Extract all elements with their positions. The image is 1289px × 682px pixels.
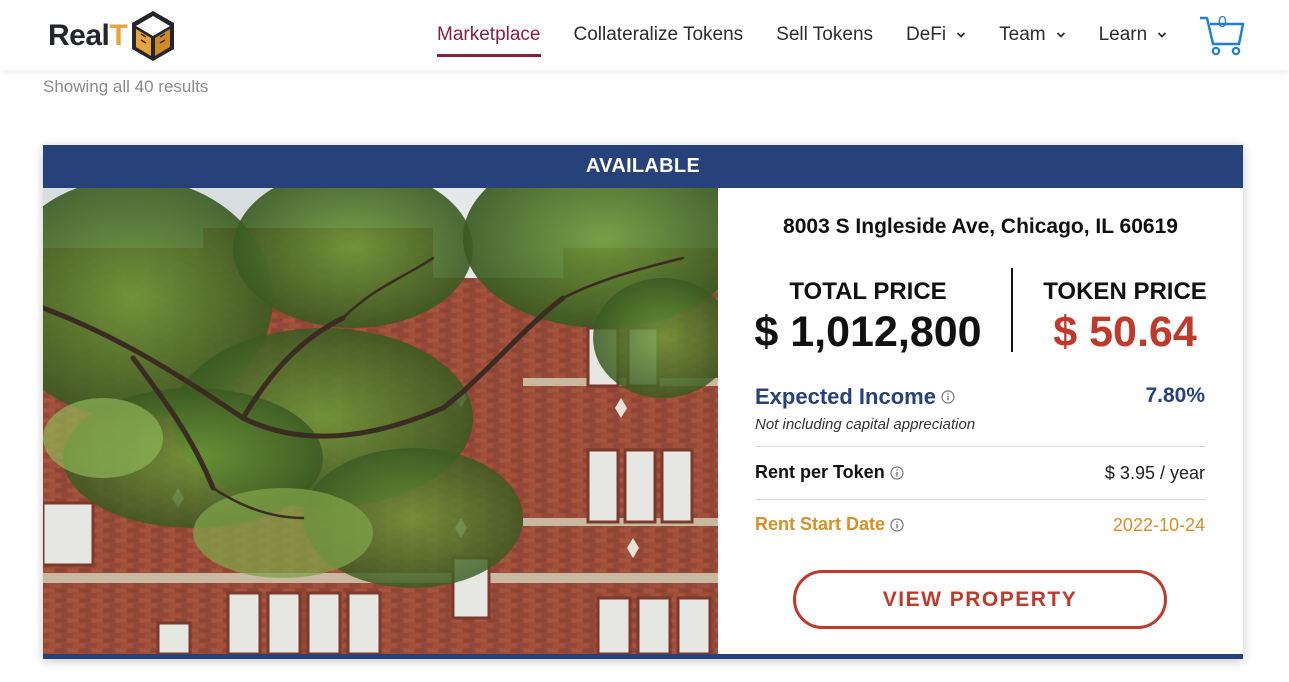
- main-nav: Marketplace Collateralize Tokens Sell To…: [437, 0, 1200, 70]
- building-image: [43, 188, 718, 654]
- expected-income-label: Expected Income: [755, 384, 936, 409]
- info-icon[interactable]: [890, 465, 904, 480]
- total-price-block: TOTAL PRICE $ 1,012,800: [748, 278, 988, 357]
- results-count: Showing all 40 results: [43, 77, 209, 96]
- property-info: 8003 S Ingleside Ave, Chicago, IL 60619 …: [718, 188, 1243, 654]
- nav-sell-tokens[interactable]: Sell Tokens: [776, 3, 873, 67]
- rent-start-date-value: 2022-10-24: [1112, 515, 1205, 535]
- property-address: 8003 S Ingleside Ave, Chicago, IL 60619: [783, 215, 1178, 238]
- card-bottom-bar: [43, 654, 1243, 659]
- rent-per-token-row: Rent per Token $ 3.95 / year: [755, 462, 1206, 483]
- expected-income-label-wrap: Expected Income: [755, 384, 1206, 410]
- chevron-down-icon: [1158, 32, 1167, 38]
- realt-logo[interactable]: RealT: [48, 8, 177, 64]
- rent-per-token-label: Rent per Token: [755, 462, 885, 482]
- token-price-block: TOKEN PRICE $ 50.64: [1010, 278, 1240, 357]
- nav-label: Sell Tokens: [776, 24, 874, 45]
- view-property-button[interactable]: VIEW PROPERTY: [793, 570, 1167, 629]
- nav-label: Marketplace: [437, 24, 541, 45]
- nav-marketplace[interactable]: Marketplace: [437, 3, 541, 67]
- rent-start-date-label: Rent Start Date: [755, 514, 886, 534]
- logo-wordmark: RealT: [48, 19, 128, 52]
- token-price-value: $ 50.64: [1053, 308, 1197, 356]
- total-price-value: $ 1,012,800: [754, 308, 982, 356]
- expected-income-note: Not including capital appreciation: [755, 416, 976, 433]
- nav-label: Team: [999, 24, 1046, 45]
- cart-count-badge: 0: [1218, 14, 1227, 31]
- property-card: AVAILABLE 8003 S Ingleside Ave, Chicago,…: [43, 145, 1243, 659]
- expected-income-row: Expected Income 7.80% Not including capi…: [755, 384, 1206, 433]
- nav-learn[interactable]: Learn: [1099, 3, 1168, 67]
- rent-start-date-row: Rent Start Date 2022-10-24: [755, 514, 1206, 535]
- logo-cube-icon: [132, 11, 175, 61]
- info-icon[interactable]: [890, 517, 904, 532]
- nav-label: Learn: [1098, 24, 1148, 45]
- nav-label: Collateralize Tokens: [573, 24, 744, 45]
- nav-team[interactable]: Team: [999, 3, 1065, 67]
- token-price-label: TOKEN PRICE: [1043, 278, 1207, 305]
- nav-collateralize-tokens[interactable]: Collateralize Tokens: [574, 3, 744, 67]
- cart-button[interactable]: 0: [1198, 12, 1246, 58]
- nav-defi[interactable]: DeFi: [906, 3, 966, 67]
- status-banner: AVAILABLE: [43, 145, 1243, 188]
- site-header: RealT Marketplace Collateralize Tokens S…: [0, 0, 1289, 70]
- expected-income-value: 7.80%: [1145, 384, 1205, 407]
- chevron-down-icon: [1056, 32, 1065, 38]
- chevron-down-icon: [957, 32, 966, 38]
- row-divider: [755, 499, 1206, 500]
- info-icon[interactable]: [941, 390, 955, 404]
- nav-label: DeFi: [906, 24, 947, 45]
- rent-per-token-value: $ 3.95 / year: [1104, 463, 1205, 483]
- total-price-label: TOTAL PRICE: [789, 278, 947, 305]
- property-photo[interactable]: [43, 188, 718, 654]
- row-divider: [755, 446, 1206, 447]
